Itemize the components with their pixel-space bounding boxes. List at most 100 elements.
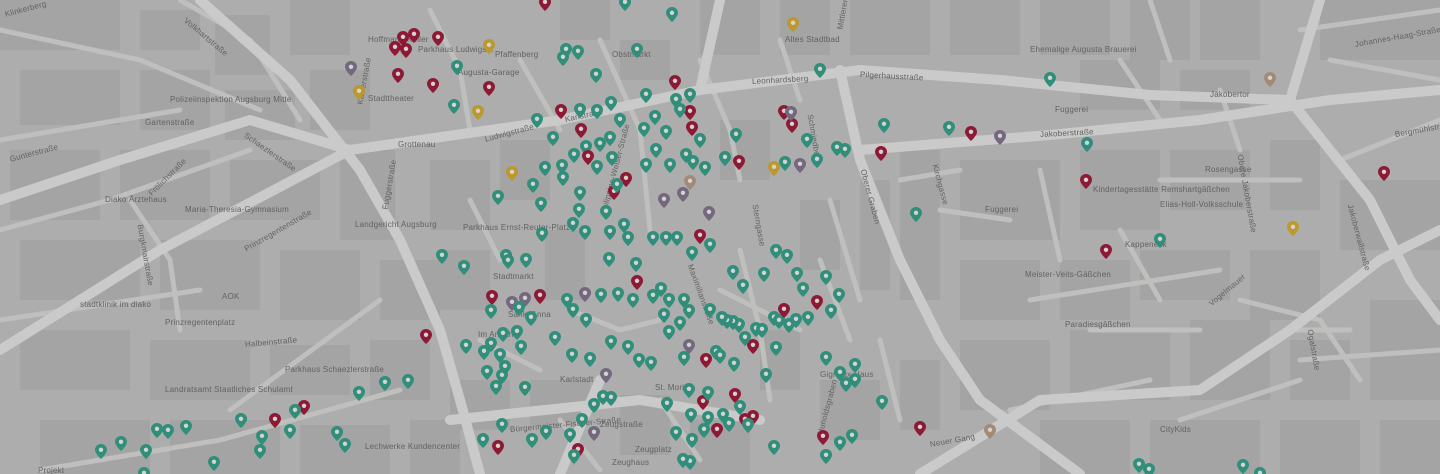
map-marker-green[interactable] bbox=[289, 404, 301, 419]
map-marker-green[interactable] bbox=[477, 433, 489, 448]
map-marker-red[interactable] bbox=[811, 295, 823, 310]
map-marker-green[interactable] bbox=[797, 282, 809, 297]
map-marker-green[interactable] bbox=[564, 428, 576, 443]
map-marker-green[interactable] bbox=[208, 456, 220, 471]
map-marker-red[interactable] bbox=[1378, 166, 1390, 181]
map-marker-green[interactable] bbox=[647, 231, 659, 246]
map-marker-green[interactable] bbox=[699, 161, 711, 176]
map-marker-green[interactable] bbox=[685, 408, 697, 423]
map-marker-green[interactable] bbox=[742, 418, 754, 433]
map-marker-tan[interactable] bbox=[984, 424, 996, 439]
map-marker-red[interactable] bbox=[631, 275, 643, 290]
map-marker-green[interactable] bbox=[684, 88, 696, 103]
map-marker-purple[interactable] bbox=[345, 61, 357, 76]
map-marker-red[interactable] bbox=[965, 126, 977, 141]
map-marker-red[interactable] bbox=[400, 43, 412, 58]
map-marker-red[interactable] bbox=[733, 155, 745, 170]
map-marker-green[interactable] bbox=[727, 265, 739, 280]
map-marker-green[interactable] bbox=[781, 249, 793, 264]
map-marker-purple[interactable] bbox=[658, 193, 670, 208]
map-marker-red[interactable] bbox=[669, 75, 681, 90]
map-marker-tan[interactable] bbox=[1264, 72, 1276, 87]
map-marker-green[interactable] bbox=[730, 128, 742, 143]
map-marker-red[interactable] bbox=[534, 289, 546, 304]
map-marker-green[interactable] bbox=[499, 360, 511, 375]
map-marker-green[interactable] bbox=[760, 368, 772, 383]
map-marker-green[interactable] bbox=[630, 257, 642, 272]
map-marker-green[interactable] bbox=[549, 331, 561, 346]
map-marker-purple[interactable] bbox=[994, 130, 1006, 145]
map-marker-green[interactable] bbox=[645, 356, 657, 371]
map-marker-green[interactable] bbox=[566, 348, 578, 363]
map-marker-green[interactable] bbox=[770, 341, 782, 356]
map-marker-green[interactable] bbox=[567, 217, 579, 232]
map-marker-green[interactable] bbox=[660, 125, 672, 140]
map-marker-yellow[interactable] bbox=[353, 85, 365, 100]
map-marker-green[interactable] bbox=[235, 413, 247, 428]
map-marker-green[interactable] bbox=[839, 143, 851, 158]
map-marker-green[interactable] bbox=[647, 289, 659, 304]
map-marker-red[interactable] bbox=[914, 421, 926, 436]
map-marker-green[interactable] bbox=[604, 131, 616, 146]
map-marker-green[interactable] bbox=[339, 438, 351, 453]
map-marker-green[interactable] bbox=[162, 424, 174, 439]
map-marker-green[interactable] bbox=[458, 260, 470, 275]
map-marker-green[interactable] bbox=[678, 351, 690, 366]
map[interactable]: Klinkerberg Volkhartstraße Kaiserstraße Obs… bbox=[0, 0, 1440, 474]
map-marker-green[interactable] bbox=[633, 353, 645, 368]
map-marker-green[interactable] bbox=[910, 207, 922, 222]
map-marker-yellow[interactable] bbox=[506, 166, 518, 181]
map-marker-red[interactable] bbox=[427, 78, 439, 93]
map-marker-green[interactable] bbox=[540, 425, 552, 440]
map-marker-green[interactable] bbox=[448, 99, 460, 114]
map-marker-green[interactable] bbox=[1154, 233, 1166, 248]
map-marker-green[interactable] bbox=[674, 103, 686, 118]
map-marker-green[interactable] bbox=[490, 380, 502, 395]
map-marker-green[interactable] bbox=[574, 186, 586, 201]
map-marker-yellow[interactable] bbox=[483, 39, 495, 54]
map-marker-green[interactable] bbox=[95, 444, 107, 459]
map-marker-green[interactable] bbox=[820, 270, 832, 285]
map-marker-green[interactable] bbox=[671, 231, 683, 246]
map-marker-green[interactable] bbox=[527, 178, 539, 193]
map-marker-green[interactable] bbox=[704, 238, 716, 253]
map-marker-green[interactable] bbox=[138, 467, 150, 474]
map-marker-red[interactable] bbox=[778, 303, 790, 318]
map-marker-purple[interactable] bbox=[579, 287, 591, 302]
map-marker-green[interactable] bbox=[627, 293, 639, 308]
map-marker-green[interactable] bbox=[574, 103, 586, 118]
map-marker-green[interactable] bbox=[584, 352, 596, 367]
map-marker-green[interactable] bbox=[151, 423, 163, 438]
map-marker-red[interactable] bbox=[1100, 244, 1112, 259]
map-marker-green[interactable] bbox=[496, 418, 508, 433]
map-marker-green[interactable] bbox=[536, 227, 548, 242]
map-marker-green[interactable] bbox=[497, 327, 509, 342]
map-marker-green[interactable] bbox=[717, 408, 729, 423]
map-marker-red[interactable] bbox=[575, 123, 587, 138]
map-marker-green[interactable] bbox=[580, 313, 592, 328]
map-marker-green[interactable] bbox=[702, 386, 714, 401]
map-marker-green[interactable] bbox=[833, 288, 845, 303]
map-marker-purple[interactable] bbox=[785, 106, 797, 121]
map-marker-green[interactable] bbox=[568, 449, 580, 464]
map-marker-red[interactable] bbox=[539, 0, 551, 11]
map-marker-green[interactable] bbox=[704, 303, 716, 318]
map-marker-green[interactable] bbox=[612, 287, 624, 302]
map-marker-red[interactable] bbox=[492, 440, 504, 455]
map-marker-green[interactable] bbox=[567, 303, 579, 318]
map-marker-green[interactable] bbox=[631, 43, 643, 58]
map-marker-green[interactable] bbox=[756, 323, 768, 338]
map-marker-green[interactable] bbox=[1081, 137, 1093, 152]
map-marker-green[interactable] bbox=[716, 311, 728, 326]
map-marker-green[interactable] bbox=[661, 397, 673, 412]
map-marker-green[interactable] bbox=[758, 267, 770, 282]
map-marker-yellow[interactable] bbox=[787, 17, 799, 32]
map-marker-green[interactable] bbox=[734, 400, 746, 415]
map-marker-purple[interactable] bbox=[794, 158, 806, 173]
map-marker-green[interactable] bbox=[539, 161, 551, 176]
map-marker-green[interactable] bbox=[686, 433, 698, 448]
map-marker-green[interactable] bbox=[791, 267, 803, 282]
map-marker-green[interactable] bbox=[579, 225, 591, 240]
map-marker-green[interactable] bbox=[531, 113, 543, 128]
map-marker-green[interactable] bbox=[140, 444, 152, 459]
